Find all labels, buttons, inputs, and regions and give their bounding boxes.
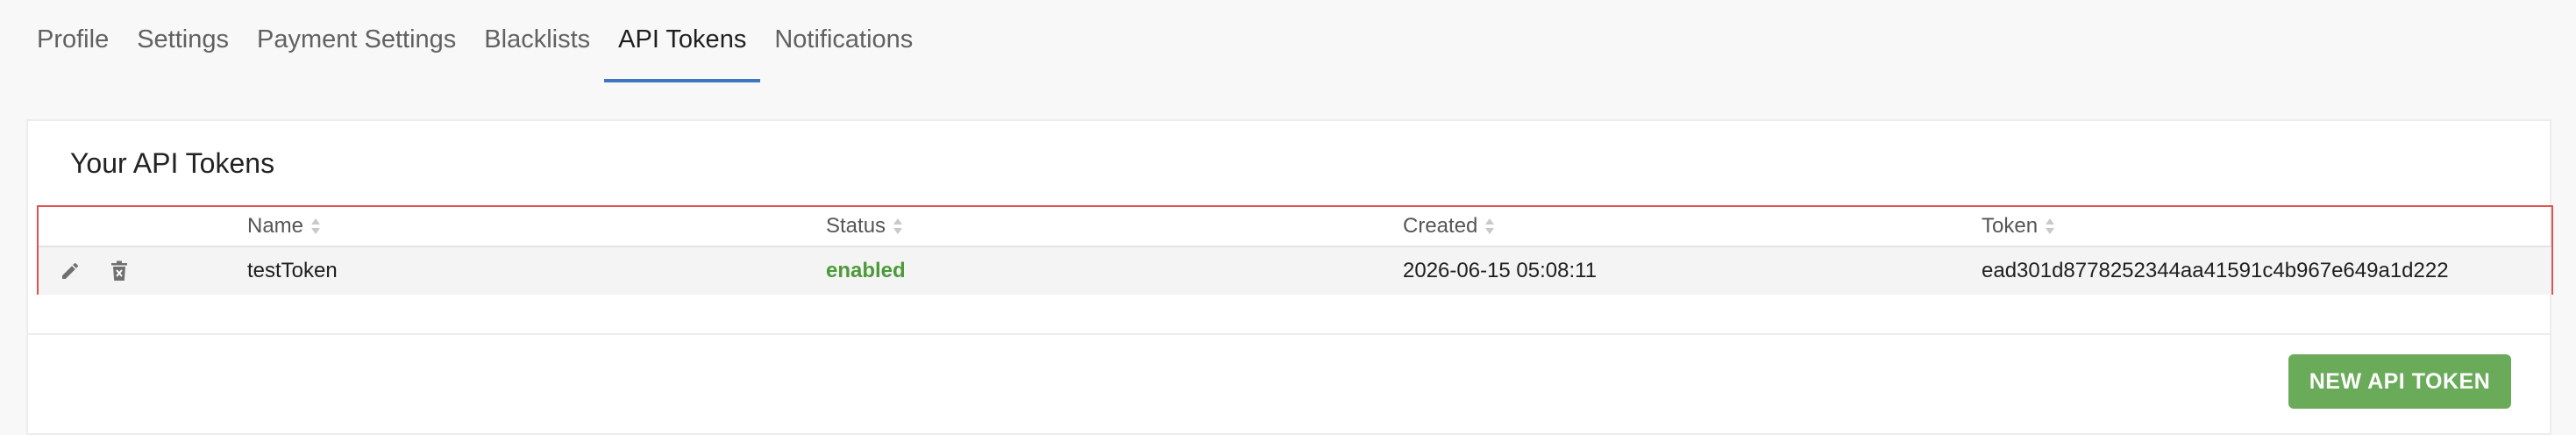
- column-header-label: Name: [247, 214, 304, 238]
- settings-tabs: Profile Settings Payment Settings Blackl…: [23, 0, 927, 84]
- tab-api-tokens[interactable]: API Tokens: [604, 0, 761, 82]
- sort-icon: [1484, 217, 1495, 236]
- created-date: 2026-06-15 05:08:11: [1403, 259, 1598, 282]
- column-header-status[interactable]: Status: [826, 207, 903, 246]
- delete-icon[interactable]: [103, 247, 135, 295]
- token-name: testToken: [247, 259, 338, 282]
- tab-blacklists[interactable]: Blacklists: [470, 0, 604, 82]
- tab-settings[interactable]: Settings: [123, 0, 243, 82]
- card-divider: [28, 333, 2550, 335]
- api-tokens-card: Your API Tokens Name Status Created Toke…: [26, 119, 2553, 435]
- column-header-label: Status: [826, 214, 886, 238]
- tab-notifications[interactable]: Notifications: [760, 0, 927, 82]
- table-header: Name Status Created Token: [39, 207, 2551, 247]
- table-row: testToken enabled 2026-06-15 05:08:11 ea…: [39, 247, 2551, 295]
- sort-icon: [310, 217, 321, 236]
- card-title: Your API Tokens: [70, 147, 275, 179]
- sort-icon: [893, 217, 903, 236]
- column-header-label: Token: [1982, 214, 2039, 238]
- sort-icon: [2045, 217, 2055, 236]
- column-header-label: Created: [1403, 214, 1478, 238]
- new-api-token-button[interactable]: NEW API TOKEN: [2288, 354, 2511, 409]
- tab-profile[interactable]: Profile: [23, 0, 123, 82]
- token-value: ead301d8778252344aa41591c4b967e649a1d222: [1982, 259, 2449, 282]
- edit-icon[interactable]: [54, 247, 86, 295]
- column-header-token[interactable]: Token: [1982, 207, 2055, 246]
- tab-payment-settings[interactable]: Payment Settings: [243, 0, 470, 82]
- column-header-created[interactable]: Created: [1403, 207, 1495, 246]
- column-header-name[interactable]: Name: [247, 207, 321, 246]
- status-badge: enabled: [826, 259, 906, 282]
- tokens-table: Name Status Created Token testToken enab…: [37, 205, 2553, 295]
